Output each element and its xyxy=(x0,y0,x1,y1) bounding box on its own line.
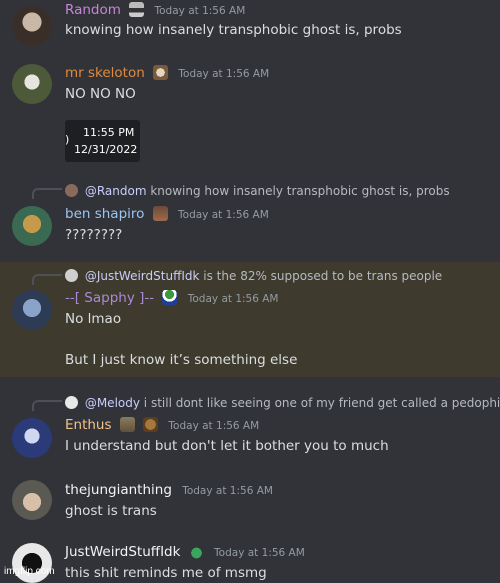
username[interactable]: --[ Sapphy ]-- xyxy=(65,290,154,306)
reply-avatar-icon xyxy=(65,269,78,282)
reply-preview[interactable]: @JustWeirdStuffIdk is the 82% supposed t… xyxy=(65,268,442,284)
skeleton-emoji-icon xyxy=(153,65,169,80)
username[interactable]: JustWeirdStuffIdk xyxy=(65,544,180,560)
reply-preview[interactable]: @Random knowing how insanely transphobic… xyxy=(65,183,450,199)
message-header: ben shapiro Today at 1:56 AM xyxy=(65,205,269,224)
avatar-sapphy[interactable] xyxy=(12,290,52,330)
embed-date: 12/31/2022 xyxy=(74,143,138,156)
avatar-ben-shapiro[interactable] xyxy=(12,206,52,246)
box-emoji-icon xyxy=(119,417,135,432)
message-text: this shit reminds me of msmg xyxy=(65,565,267,581)
username[interactable]: mr skeloton xyxy=(65,65,145,81)
reply-mention[interactable]: @JustWeirdStuffIdk xyxy=(85,269,200,283)
message-header: --[ Sapphy ]-- Today at 1:56 AM xyxy=(65,289,279,308)
timestamp: Today at 1:56 AM xyxy=(214,547,305,559)
message-text: ghost is trans xyxy=(65,503,157,519)
username[interactable]: thejungianthing xyxy=(65,482,172,498)
message-header: JustWeirdStuffIdk Today at 1:56 AM xyxy=(65,543,305,562)
message-text: ???????? xyxy=(65,227,123,243)
reply-mention[interactable]: @Random xyxy=(85,184,147,198)
timestamp: Today at 1:56 AM xyxy=(154,5,246,17)
message-header: Random Today at 1:56 AM xyxy=(65,1,245,20)
embed-bracket: ) xyxy=(65,133,70,146)
reply-preview[interactable]: @Melody i still dont like seeing one of … xyxy=(65,395,500,411)
avatar-random[interactable] xyxy=(12,6,52,46)
message-header: Enthus Today at 1:56 AM xyxy=(65,416,259,435)
timestamp: Today at 1:56 AM xyxy=(187,293,279,305)
watermark: imgflip.com xyxy=(4,566,55,577)
username[interactable]: Enthus xyxy=(65,417,112,433)
avatar-justweirdstuffidk[interactable] xyxy=(12,543,52,583)
hat-emoji-icon xyxy=(129,2,145,17)
bear-emoji-icon xyxy=(143,417,159,432)
avatar-enthus[interactable] xyxy=(12,418,52,458)
reply-avatar-icon xyxy=(65,396,78,409)
username[interactable]: Random xyxy=(65,2,121,18)
reply-avatar-icon xyxy=(65,184,78,197)
reply-mention[interactable]: @Melody xyxy=(85,396,140,410)
timestamp: Today at 1:56 AM xyxy=(178,68,270,80)
message-ben-shapiro: @Random knowing how insanely transphobic… xyxy=(0,180,500,260)
message-text: NO NO NO xyxy=(65,86,136,102)
timestamp: Today at 1:56 AM xyxy=(178,209,269,221)
message-random: Random Today at 1:56 AM knowing how insa… xyxy=(0,0,500,52)
character-emoji-icon xyxy=(152,206,168,221)
reply-spine xyxy=(32,400,62,411)
image-attachment[interactable]: ) 11:55 PM 12/31/2022 xyxy=(65,120,140,162)
luigi-emoji-icon xyxy=(162,290,178,305)
message-text: knowing how insanely transphobic ghost i… xyxy=(65,22,402,38)
message-text-2: But I just know it’s something else xyxy=(65,352,298,368)
reply-text: knowing how insanely transphobic ghost i… xyxy=(150,184,450,198)
message-text: I understand but don't let it bother you… xyxy=(65,438,389,454)
message-thejungianthing: thejungianthing Today at 1:56 AM ghost i… xyxy=(0,470,500,530)
reply-text: i still dont like seeing one of my frien… xyxy=(143,396,500,410)
username[interactable]: ben shapiro xyxy=(65,206,144,222)
avatar-mr-skeloton[interactable] xyxy=(12,64,52,104)
message-sapphy: @JustWeirdStuffIdk is the 82% supposed t… xyxy=(0,262,500,377)
reply-spine xyxy=(32,188,62,199)
sprout-emoji-icon xyxy=(188,544,204,559)
avatar-thejungianthing[interactable] xyxy=(12,480,52,520)
message-mr-skeloton: mr skeloton Today at 1:56 AM NO NO NO ) … xyxy=(0,52,500,172)
reply-spine xyxy=(32,274,62,285)
message-enthus: @Melody i still dont like seeing one of … xyxy=(0,392,500,462)
timestamp: Today at 1:56 AM xyxy=(168,420,260,432)
message-header: thejungianthing Today at 1:56 AM xyxy=(65,481,273,500)
reply-text: is the 82% supposed to be trans people xyxy=(203,269,443,283)
embed-time: 11:55 PM xyxy=(83,126,135,139)
message-text: No lmao xyxy=(65,311,122,327)
timestamp: Today at 1:56 AM xyxy=(182,485,273,497)
message-header: mr skeloton Today at 1:56 AM xyxy=(65,64,269,83)
message-justweirdstuffidk: JustWeirdStuffIdk Today at 1:56 AM this … xyxy=(0,533,500,583)
